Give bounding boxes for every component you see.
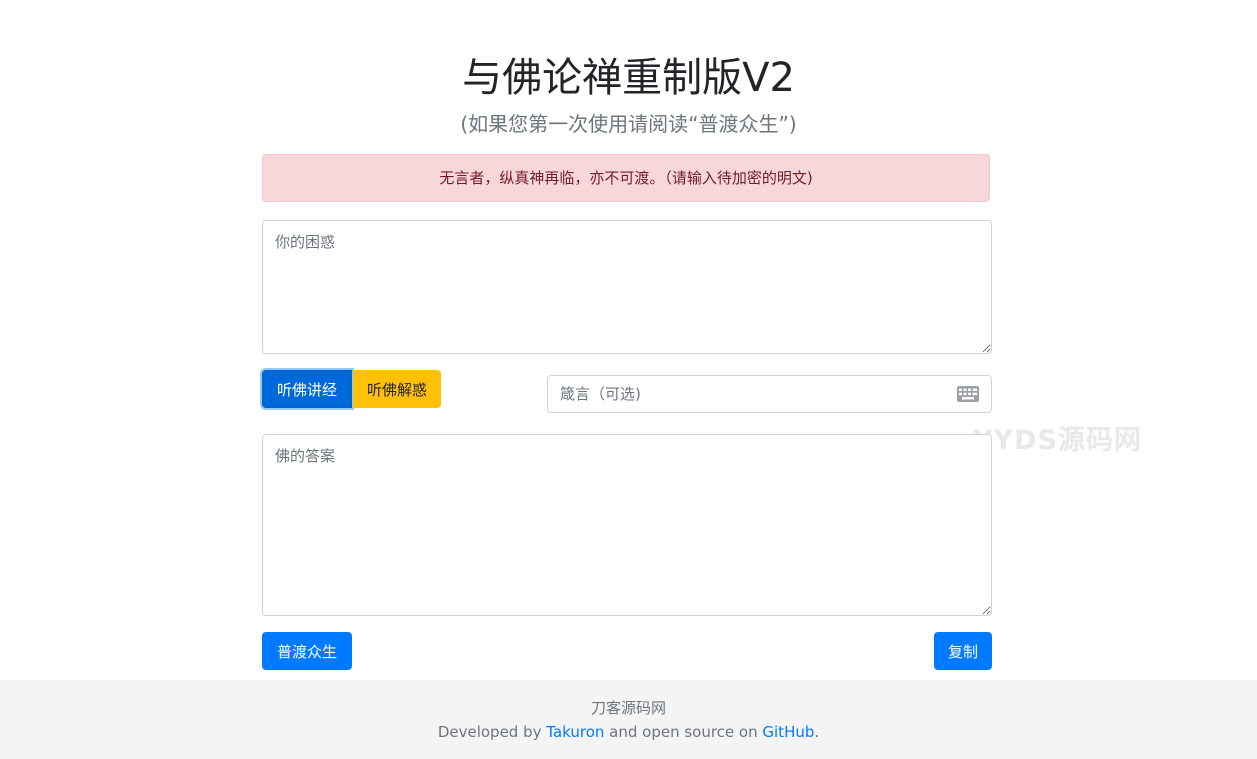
watermark: YYDS源码网	[973, 425, 1142, 456]
keyboard-icon[interactable]	[957, 386, 979, 402]
github-link[interactable]: GitHub	[762, 723, 814, 741]
page-title: 与佛论禅重制版V2	[462, 55, 795, 101]
decode-button[interactable]: 听佛解惑	[353, 370, 441, 408]
author-link[interactable]: Takuron	[546, 723, 604, 741]
page-subtitle: (如果您第一次使用请阅读“普渡众生”)	[460, 112, 797, 136]
help-button[interactable]: 普渡众生	[262, 632, 352, 670]
page: 与佛论禅重制版V2 (如果您第一次使用请阅读“普渡众生”) 无言者，纵真神再临，…	[0, 0, 1257, 759]
footer-period: .	[814, 723, 820, 741]
ciphertext-output[interactable]	[262, 434, 992, 616]
key-field	[547, 375, 992, 413]
key-input[interactable]	[548, 376, 948, 412]
plaintext-input[interactable]	[262, 220, 992, 354]
footer: 刀客源码网 Developed by Takuron and open sour…	[0, 680, 1257, 759]
footer-open-source: and open source on	[604, 723, 763, 741]
footer-developed-by: Developed by	[437, 723, 547, 741]
encode-button[interactable]: 听佛讲经	[262, 370, 352, 408]
footer-credit: Developed by Takuron and open source on …	[0, 722, 1257, 742]
footer-site-name: 刀客源码网	[590, 699, 666, 717]
status-alert: 无言者，纵真神再临，亦不可渡。（请输入待加密的明文)	[262, 154, 990, 202]
copy-button[interactable]: 复制	[934, 632, 992, 670]
